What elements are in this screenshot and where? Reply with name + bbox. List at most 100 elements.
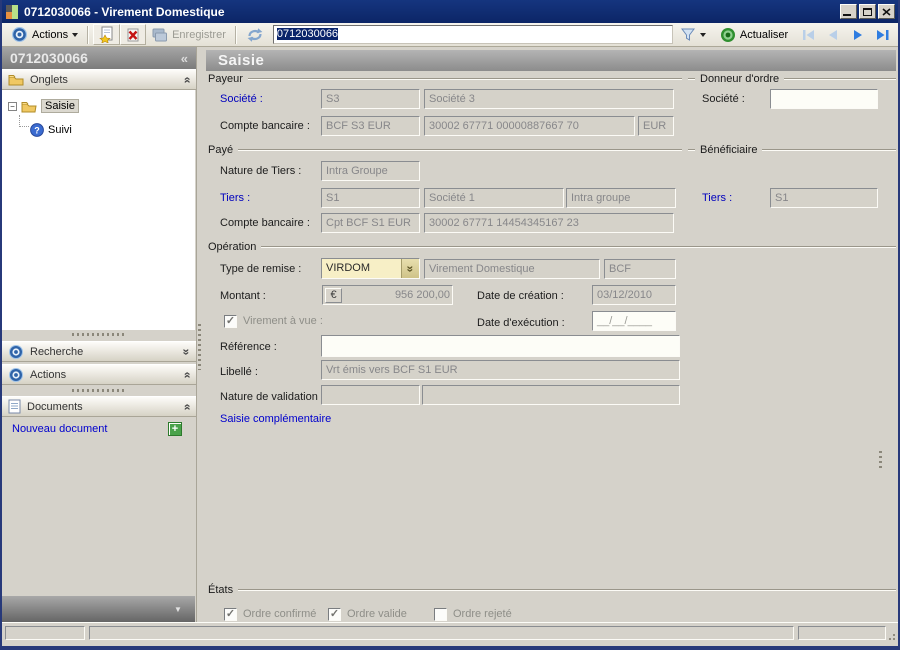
tree-expander-icon[interactable]: − bbox=[8, 101, 17, 111]
payeur-societe-name-field: Société 3 bbox=[424, 89, 674, 109]
toolbar-separator bbox=[87, 25, 90, 44]
refresh-button[interactable]: Actualiser bbox=[715, 24, 793, 45]
paye-tiers-code-field: S1 bbox=[321, 188, 420, 208]
filter-button[interactable] bbox=[675, 24, 711, 45]
folder-icon bbox=[8, 75, 24, 86]
check-icon: ✓ bbox=[225, 314, 236, 327]
onglets-tree: − Saisie ? Suivi bbox=[2, 90, 195, 330]
new-document-icon bbox=[99, 26, 113, 43]
window-title: 0712030066 - Virement Domestique bbox=[24, 4, 225, 19]
currency-euro-button[interactable]: € bbox=[325, 287, 342, 303]
expand-down-icon: » bbox=[179, 348, 194, 355]
virement-a-vue-label: Virement à vue : bbox=[243, 315, 323, 327]
ordre-rejete-label: Ordre rejeté bbox=[453, 608, 512, 620]
check-icon: ✓ bbox=[225, 607, 236, 620]
sync-button[interactable] bbox=[241, 24, 269, 45]
sidebar-document-id: 0712030066 bbox=[10, 50, 88, 66]
vertical-splitter-handle[interactable] bbox=[198, 324, 201, 370]
date-execution-field[interactable]: __/__/____ bbox=[592, 311, 676, 331]
date-execution-label: Date d'exécution : bbox=[477, 317, 565, 329]
group-donneur-ordre: Donneur d'ordre bbox=[688, 73, 896, 85]
status-panel bbox=[5, 626, 85, 640]
group-paye: Payé bbox=[208, 144, 682, 156]
title-bar: 0712030066 - Virement Domestique bbox=[2, 0, 898, 23]
maximize-button[interactable] bbox=[859, 4, 876, 19]
donneur-societe-field[interactable] bbox=[770, 89, 878, 109]
group-beneficiaire: Bénéficiaire bbox=[688, 144, 896, 156]
type-remise-combobox[interactable]: VIRDOM » bbox=[321, 258, 420, 279]
tree-item-saisie[interactable]: − Saisie bbox=[2, 97, 195, 115]
resize-grip-icon[interactable] bbox=[886, 631, 897, 642]
ordre-rejete-checkbox: ✓ Ordre rejeté bbox=[434, 604, 512, 624]
date-creation-field: 03/12/2010 bbox=[592, 285, 676, 305]
minimize-icon bbox=[843, 14, 851, 16]
last-record-icon[interactable] bbox=[871, 28, 892, 42]
nature-validation-label: Nature de validation : bbox=[220, 391, 324, 403]
target-icon bbox=[12, 27, 27, 42]
paye-tiers-label[interactable]: Tiers : bbox=[220, 188, 250, 208]
type-remise-label: Type de remise : bbox=[220, 263, 302, 275]
previous-record-icon bbox=[829, 29, 838, 40]
sidebar-collapse-button[interactable]: « bbox=[181, 51, 188, 66]
collapse-up-icon: » bbox=[179, 76, 194, 83]
toolbar: Actions Enregistrer 0712030066 Actualise… bbox=[2, 23, 898, 47]
filter-dropdown-icon bbox=[699, 32, 706, 37]
panel-header-recherche[interactable]: Recherche » bbox=[2, 341, 196, 362]
saisie-complementaire-link[interactable]: Saisie complémentaire bbox=[220, 413, 331, 425]
sync-icon bbox=[247, 27, 263, 42]
add-document-button[interactable]: + bbox=[168, 422, 182, 436]
group-etats-label: États bbox=[208, 584, 234, 596]
payeur-societe-code-field: S3 bbox=[321, 89, 420, 109]
paye-nature-field: Intra Groupe bbox=[321, 161, 420, 181]
panel-header-onglets[interactable]: Onglets » bbox=[2, 69, 196, 90]
collapsed-panel-bar[interactable]: ▼ bbox=[2, 596, 195, 622]
montant-field: € 956 200,00 bbox=[322, 285, 453, 305]
reference-field[interactable] bbox=[321, 335, 680, 357]
sidebar-splitter-handle[interactable] bbox=[72, 333, 126, 336]
paye-compte-code-field: Cpt BCF S1 EUR bbox=[321, 213, 420, 233]
vertical-splitter-handle[interactable] bbox=[879, 451, 882, 471]
status-panel bbox=[798, 626, 886, 640]
panel-header-actions[interactable]: Actions » bbox=[2, 364, 196, 385]
actions-menu-button[interactable]: Actions bbox=[6, 24, 83, 45]
sidebar-splitter-handle[interactable] bbox=[72, 389, 126, 392]
libelle-label: Libellé : bbox=[220, 366, 258, 378]
new-document-button[interactable] bbox=[93, 24, 121, 45]
maximize-icon bbox=[863, 7, 872, 16]
payeur-societe-label[interactable]: Société : bbox=[220, 89, 263, 109]
paye-compte-number-field: 30002 67771 14454345167 23 bbox=[424, 213, 674, 233]
minimize-button[interactable] bbox=[840, 4, 857, 19]
libelle-field: Vrt émis vers BCF S1 EUR bbox=[321, 360, 680, 380]
open-folder-icon bbox=[21, 101, 37, 112]
donneur-societe-label: Société : bbox=[702, 93, 745, 105]
page-title: Saisie bbox=[206, 50, 896, 71]
save-button-label: Enregistrer bbox=[172, 28, 226, 41]
combo-dropdown-button[interactable]: » bbox=[401, 259, 419, 278]
group-operation: Opération bbox=[208, 241, 896, 253]
close-button[interactable] bbox=[878, 4, 895, 19]
next-record-icon[interactable] bbox=[847, 28, 868, 42]
svg-text:?: ? bbox=[34, 126, 40, 136]
paye-nature-label: Nature de Tiers : bbox=[220, 165, 302, 177]
payeur-compte-number-field: 30002 67771 00000887667 70 bbox=[424, 116, 635, 136]
save-button: Enregistrer bbox=[146, 24, 231, 45]
document-id-input[interactable]: 0712030066 bbox=[272, 25, 673, 44]
delete-button[interactable] bbox=[120, 24, 147, 45]
double-chevron-down-icon: » bbox=[403, 265, 418, 272]
record-navigation bbox=[799, 28, 892, 42]
payeur-compte-devise-field: EUR bbox=[638, 116, 674, 136]
tree-item-suivi[interactable]: ? Suivi bbox=[2, 121, 195, 139]
ordre-confirme-checkbox: ✓ Ordre confirmé bbox=[224, 604, 316, 624]
panel-header-documents[interactable]: Documents » bbox=[2, 396, 196, 417]
group-payeur: Payeur bbox=[208, 73, 682, 85]
beneficiaire-tiers-field: S1 bbox=[770, 188, 878, 208]
refresh-orb-icon bbox=[720, 27, 735, 42]
toolbar-separator bbox=[234, 25, 237, 44]
checkbox-icon: ✓ bbox=[434, 607, 447, 621]
chevron-down-icon: ▼ bbox=[174, 604, 182, 614]
new-document-link[interactable]: Nouveau document bbox=[12, 423, 107, 435]
type-remise-name-field: Virement Domestique bbox=[424, 259, 600, 279]
beneficiaire-tiers-label[interactable]: Tiers : bbox=[702, 188, 732, 208]
tree-item-saisie-label: Saisie bbox=[41, 99, 79, 113]
panel-label-documents: Documents bbox=[27, 400, 83, 413]
